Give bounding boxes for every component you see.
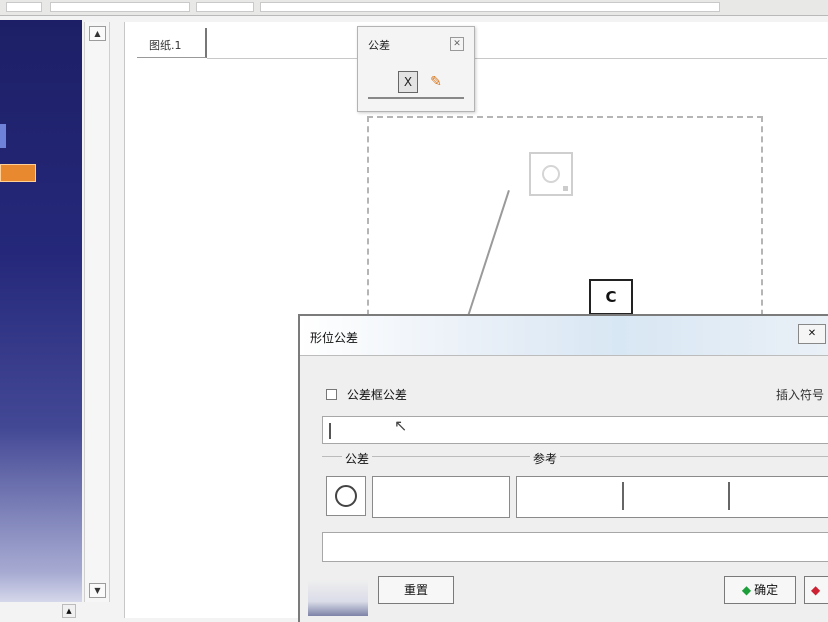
tree-node-highlight[interactable] — [0, 124, 6, 148]
panel-expand-button[interactable]: ▲ — [62, 604, 76, 618]
toolbar-field[interactable] — [196, 2, 254, 12]
reference-divider — [622, 482, 624, 510]
circle-shape — [542, 165, 560, 183]
vertical-scrollbar[interactable]: ▲ ▼ — [84, 22, 110, 602]
insert-symbol-label[interactable]: 插入符号 — [776, 386, 824, 403]
toolbar-field[interactable] — [6, 2, 42, 12]
reset-button[interactable]: 重置 — [378, 576, 454, 604]
tab-sheet[interactable]: 图纸.1 — [137, 28, 207, 58]
mouse-cursor-icon: ↖ — [394, 416, 408, 435]
top-toolbar — [0, 0, 828, 16]
circularity-icon — [335, 485, 357, 507]
scroll-up-button[interactable]: ▲ — [89, 26, 106, 41]
datum-marker[interactable]: C — [589, 279, 633, 315]
feature-dot — [563, 186, 568, 191]
cancel-button[interactable]: ◆ — [804, 576, 828, 604]
tree-node-selected[interactable] — [0, 164, 36, 182]
ok-button[interactable]: ◆ 确定 — [724, 576, 796, 604]
palette-title: 公差 — [368, 39, 390, 52]
group-reference-label: 参考 — [530, 450, 561, 467]
tolerance-palette[interactable]: 公差 ✕ X ✎ — [357, 26, 475, 112]
reference-divider — [728, 482, 730, 510]
dialog-footer-decoration — [308, 580, 368, 616]
circle-feature-icon[interactable] — [529, 152, 573, 196]
toolbar-field[interactable] — [50, 2, 190, 12]
datum-tool-icon[interactable]: X — [398, 71, 418, 93]
close-icon[interactable]: ✕ — [798, 324, 826, 344]
secondary-tolerance-field[interactable] — [322, 532, 828, 562]
tolerance-value-input[interactable] — [372, 476, 510, 518]
tolerance-symbol-button[interactable] — [326, 476, 366, 516]
dialog-title: 形位公差 — [310, 331, 359, 345]
specification-tree-panel — [0, 20, 82, 602]
toolbar-field[interactable] — [260, 2, 720, 12]
scroll-down-button[interactable]: ▼ — [89, 583, 106, 598]
text-caret — [329, 423, 331, 439]
checkbox-box[interactable] — [326, 389, 337, 400]
tab-divider — [207, 58, 827, 59]
geometric-tolerance-dialog: 形位公差 ✕ 公差框公差 插入符号 ↖ 公差 参考 重置 ◆ 确定 ◆ — [298, 314, 828, 622]
ok-icon: ◆ — [741, 583, 752, 597]
reference-input[interactable] — [516, 476, 828, 518]
dialog-titlebar[interactable]: 形位公差 ✕ — [300, 316, 828, 356]
cancel-icon: ◆ — [811, 583, 821, 597]
close-icon[interactable]: ✕ — [450, 37, 464, 51]
tolerance-tool-icon[interactable]: ✎ — [424, 71, 448, 93]
selection-frame — [367, 116, 763, 326]
group-tolerance-label: 公差 — [342, 450, 373, 467]
palette-separator — [368, 97, 464, 99]
tolerance-frame-checkbox[interactable]: 公差框公差 — [326, 386, 407, 403]
ok-label: 确定 — [754, 583, 779, 597]
checkbox-label: 公差框公差 — [346, 388, 407, 402]
